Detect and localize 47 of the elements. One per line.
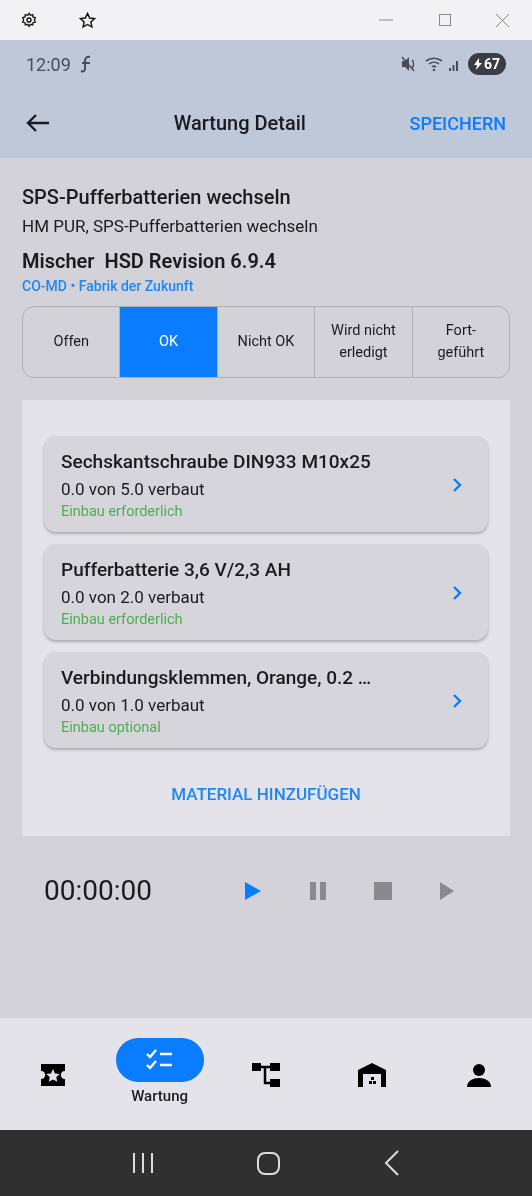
- back-arrow-icon[interactable]: [26, 113, 50, 133]
- material-name: Verbindungsklemmen, Orange, 0.2 …: [61, 665, 373, 691]
- app-notification-icon: [79, 55, 92, 73]
- page-title: Wartung Detail: [172, 110, 307, 137]
- task-subtitle: HM PUR, SPS-Pufferbatterien wechseln: [22, 215, 319, 238]
- status-tab[interactable]: Offen: [23, 307, 120, 377]
- status-tab[interactable]: OK: [119, 307, 217, 377]
- maximize-icon[interactable]: [439, 14, 451, 26]
- hierarchy-icon: [251, 1062, 281, 1088]
- material-amount: 0.0 von 5.0 verbaut: [61, 478, 206, 501]
- status-tab[interactable]: Wird nicht erledigt: [314, 307, 412, 377]
- nav-label: Wartung: [131, 1086, 189, 1107]
- location-text: CO-MD • Fabrik der Zukunft: [22, 277, 195, 296]
- person-icon: [465, 1063, 492, 1087]
- charging-icon: [473, 58, 482, 70]
- mute-icon: [401, 56, 417, 72]
- material-name: Pufferbatterie 3,6 V/2,3 AH: [61, 557, 292, 583]
- task-title: SPS-Pufferbatterien wechseln: [22, 184, 292, 210]
- recent-apps-icon[interactable]: [131, 1152, 154, 1174]
- status-tab[interactable]: Fort- geführt: [411, 307, 509, 377]
- requirement-text: Einbau optional: [61, 718, 162, 738]
- chevron-right-icon: [452, 477, 462, 493]
- material-card[interactable]: Verbindungsklemmen, Orange, 0.2 … 0.0 von 1.0 verbaut Einbau optional: [44, 652, 488, 748]
- chevron-right-icon: [452, 585, 462, 601]
- close-icon[interactable]: [496, 13, 509, 27]
- status-time: 12:09: [26, 52, 71, 77]
- back-icon[interactable]: [384, 1150, 401, 1176]
- play-icon[interactable]: [244, 880, 262, 901]
- timer-display: 00:00:00: [44, 872, 153, 909]
- material-card[interactable]: Sechskantschraube DIN933 M10x25 0.0 von 5.0 verbaut Einbau erforderlich: [44, 436, 488, 532]
- material-amount: 0.0 von 1.0 verbaut: [61, 694, 206, 717]
- requirement-text: Einbau erforderlich: [61, 610, 184, 630]
- warehouse-icon: [357, 1062, 388, 1088]
- chevron-right-icon: [452, 693, 462, 709]
- battery-level: 67: [483, 54, 501, 74]
- material-card[interactable]: Pufferbatterie 3,6 V/2,3 AH 0.0 von 2.0 verbaut Einbau erforderlich: [44, 544, 488, 640]
- ticket-star-icon: [39, 1063, 68, 1087]
- settings-icon[interactable]: [21, 12, 37, 28]
- machine-name: Mischer HSD Revision 6.9.4: [22, 248, 277, 274]
- star-icon[interactable]: [79, 11, 96, 29]
- requirement-text: Einbau erforderlich: [61, 502, 184, 522]
- checklist-icon: [144, 1048, 175, 1072]
- status-tab[interactable]: Nicht OK: [216, 307, 315, 377]
- wifi-icon: [425, 56, 445, 72]
- home-icon[interactable]: [257, 1151, 281, 1175]
- material-name: Sechskantschraube DIN933 M10x25: [61, 449, 372, 475]
- material-amount: 0.0 von 2.0 verbaut: [61, 586, 206, 609]
